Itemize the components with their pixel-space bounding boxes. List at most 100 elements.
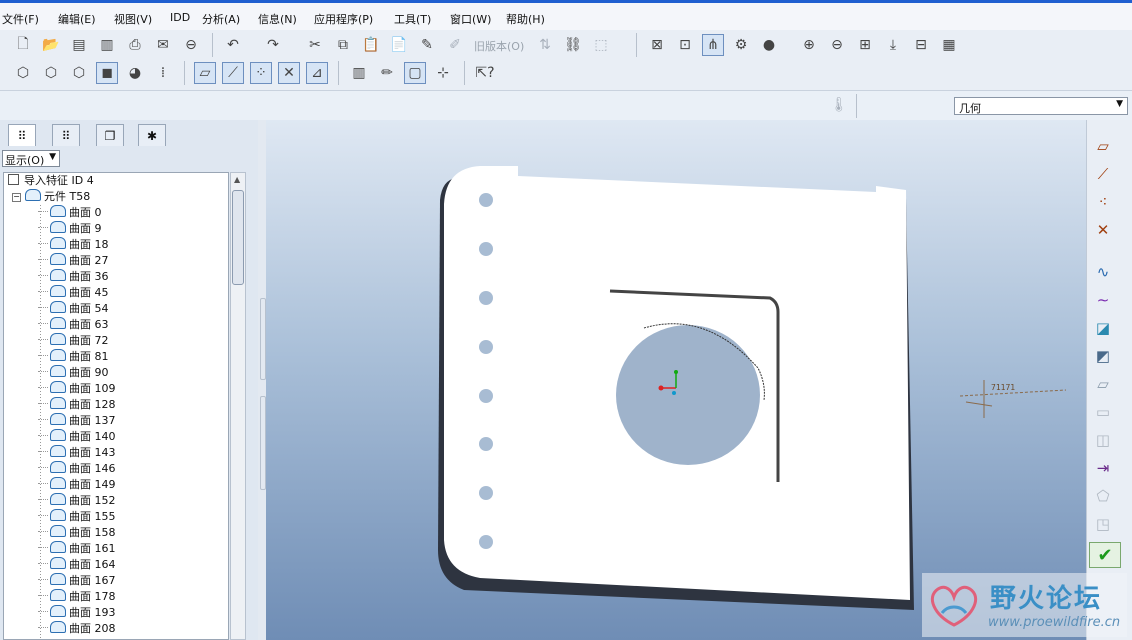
repaint-icon[interactable]: ⊠ xyxy=(646,34,668,56)
menu-tools[interactable]: 工具(T) xyxy=(394,11,431,27)
tree-surface-item[interactable]: 曲面 63 xyxy=(38,317,109,333)
send-mail-icon[interactable]: ✉ xyxy=(152,34,174,56)
ruler-icon[interactable]: ▥ xyxy=(348,62,370,84)
copy-icon[interactable]: ⧉ xyxy=(332,34,354,56)
menu-help[interactable]: 帮助(H) xyxy=(506,11,545,27)
select-box-icon[interactable]: ⬚ xyxy=(590,34,612,56)
panel-sash[interactable] xyxy=(258,120,266,640)
trim-tool-icon[interactable]: ◳ xyxy=(1091,512,1115,536)
paste-special-icon[interactable]: 📄 xyxy=(388,34,410,56)
datum-plane-display-icon[interactable]: ▱ xyxy=(194,62,216,84)
tree-surface-item[interactable]: 曲面 167 xyxy=(38,573,116,589)
layers-icon[interactable]: ▦ xyxy=(938,34,960,56)
ok-check-button[interactable]: ✔ xyxy=(1089,542,1121,568)
send-link-icon[interactable]: ⊖ xyxy=(180,34,202,56)
tree-surface-item[interactable]: 曲面 158 xyxy=(38,525,116,541)
tree-surface-item[interactable]: 曲面 45 xyxy=(38,285,109,301)
tree-surface-item[interactable]: 曲面 149 xyxy=(38,477,116,493)
menu-info[interactable]: 信息(N) xyxy=(258,11,297,27)
tree-surface-item[interactable]: 曲面 54 xyxy=(38,301,109,317)
tree-surface-item[interactable]: 曲面 27 xyxy=(38,253,109,269)
save-copy-icon[interactable]: ▥ xyxy=(96,34,118,56)
cut-icon[interactable]: ✂ xyxy=(304,34,326,56)
edit-definition-icon[interactable]: ✐ xyxy=(444,34,466,56)
orient-mode-icon[interactable]: ⚙ xyxy=(730,34,752,56)
paste-icon[interactable]: 📋 xyxy=(360,34,382,56)
redo-icon[interactable]: ↷ xyxy=(262,34,284,56)
menu-applications[interactable]: 应用程序(P) xyxy=(314,11,373,27)
tree-surface-item[interactable]: 曲面 155 xyxy=(38,509,116,525)
tree-surface-item[interactable]: 曲面 72 xyxy=(38,333,109,349)
tree-surface-item[interactable]: 曲面 161 xyxy=(38,541,116,557)
model-tree-toggle-icon[interactable]: ⁞ xyxy=(152,62,174,84)
tree-surface-item[interactable]: 曲面 143 xyxy=(38,445,116,461)
hidden-line-icon[interactable]: ⬡ xyxy=(40,62,62,84)
tree-component[interactable]: − 元件 T58 xyxy=(12,189,90,205)
tree-surface-item[interactable]: 曲面 0 xyxy=(38,205,102,221)
tree-surface-item[interactable]: 曲面 128 xyxy=(38,397,116,413)
datum-point-display-icon[interactable]: ⁘ xyxy=(250,62,272,84)
no-hidden-icon[interactable]: ⬡ xyxy=(68,62,90,84)
undo-icon[interactable]: ↶ xyxy=(222,34,244,56)
menu-file[interactable]: 文件(F) xyxy=(2,11,39,27)
datum-curve-tool-icon[interactable]: ∼ xyxy=(1091,288,1115,312)
datum-point-tool-icon[interactable]: ⁖ xyxy=(1091,190,1115,214)
menu-analysis[interactable]: 分析(A) xyxy=(202,11,240,27)
saved-views-icon[interactable]: ⊟ xyxy=(910,34,932,56)
pencil-sketch-icon[interactable]: ✏ xyxy=(376,62,398,84)
save-icon[interactable]: ▤ xyxy=(68,34,90,56)
new-file-icon[interactable]: 🗋 xyxy=(12,34,34,56)
menu-window[interactable]: 窗口(W) xyxy=(450,11,491,27)
coordinate-system-tool-icon[interactable]: ✕ xyxy=(1091,218,1115,242)
datum-axis-tool-icon[interactable]: ⟋ xyxy=(1091,162,1115,186)
selection-box-icon[interactable]: ▢ xyxy=(404,62,426,84)
find-icon[interactable]: ⛓ xyxy=(562,34,584,56)
transform-tool-icon[interactable]: ⇥ xyxy=(1091,456,1115,480)
appearance-ball-icon[interactable]: ● xyxy=(758,34,780,56)
zoom-in-icon[interactable]: ⊕ xyxy=(798,34,820,56)
tree-surface-item[interactable]: 曲面 178 xyxy=(38,589,116,605)
tree-surface-item[interactable]: 曲面 81 xyxy=(38,349,109,365)
tree-scroll-thumb[interactable] xyxy=(232,190,244,285)
surface-tool-icon[interactable]: ◪ xyxy=(1091,316,1115,340)
context-help-icon[interactable]: ⇱? xyxy=(474,62,496,84)
offset-plane-tool-icon[interactable]: ▱ xyxy=(1091,372,1115,396)
tab-layer-tree[interactable]: ⠿ xyxy=(52,124,80,146)
refit-icon[interactable]: ⊡ xyxy=(674,34,696,56)
menu-view[interactable]: 视图(V) xyxy=(114,11,152,27)
tree-surface-item[interactable]: 曲面 146 xyxy=(38,461,116,477)
wireframe-icon[interactable]: ⬡ xyxy=(12,62,34,84)
coordinate-system-display-icon[interactable]: ✕ xyxy=(278,62,300,84)
extrude-tool-icon[interactable]: ▭ xyxy=(1091,400,1115,424)
revolve-tool-icon[interactable]: ◫ xyxy=(1091,428,1115,452)
menu-edit[interactable]: 编辑(E) xyxy=(58,11,96,27)
tree-surface-item[interactable]: 曲面 152 xyxy=(38,493,116,509)
graphics-viewport[interactable]: 71171 xyxy=(266,120,1086,640)
selection-filter-dropdown[interactable]: 几何 ▼ xyxy=(954,97,1128,115)
print-icon[interactable]: ⎙ xyxy=(124,34,146,56)
shading-icon[interactable]: ◼ xyxy=(96,62,118,84)
show-dropdown[interactable]: 显示(O) ▼ xyxy=(2,150,60,167)
tab-model-tree[interactable]: ⠿ xyxy=(8,124,36,146)
tab-folder-browser[interactable]: ❐ xyxy=(96,124,124,146)
tree-surface-item[interactable]: 曲面 109 xyxy=(38,381,116,397)
tree-surface-item[interactable]: 曲面 18 xyxy=(38,237,109,253)
tree-surface-item[interactable]: 曲面 140 xyxy=(38,429,116,445)
datum-axis-display-icon[interactable]: ⟋ xyxy=(222,62,244,84)
regenerate-icon[interactable]: ✎ xyxy=(416,34,438,56)
tree-surface-item[interactable]: 曲面 36 xyxy=(38,269,109,285)
datum-plane-tool-icon[interactable]: ▱ xyxy=(1091,134,1115,158)
zoom-out-icon[interactable]: ⊖ xyxy=(826,34,848,56)
tree-surface-item[interactable]: 曲面 193 xyxy=(38,605,116,621)
sketch-axis-icon[interactable]: ⊹ xyxy=(432,62,454,84)
sketch-curve-tool-icon[interactable]: ∿ xyxy=(1091,260,1115,284)
merge-tool-icon[interactable]: ⬠ xyxy=(1091,484,1115,508)
regen-manager-icon[interactable]: ⇅ xyxy=(534,34,556,56)
tree-root[interactable]: 导入特征 ID 4 xyxy=(8,173,94,189)
zoom-fit-icon[interactable]: ⊞ xyxy=(854,34,876,56)
reorient-icon[interactable]: ⤓ xyxy=(882,34,904,56)
menu-idd[interactable]: IDD xyxy=(170,11,190,24)
tree-surface-item[interactable]: 曲面 137 xyxy=(38,413,116,429)
tree-surface-item[interactable]: 曲面 164 xyxy=(38,557,116,573)
annotation-display-icon[interactable]: ⊿ xyxy=(306,62,328,84)
